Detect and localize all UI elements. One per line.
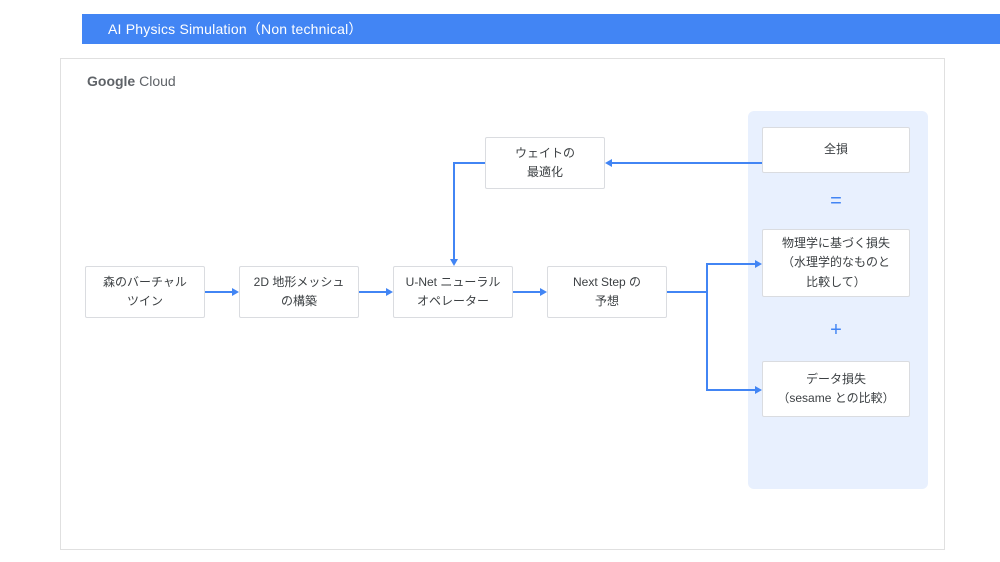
label-physics-loss: 物理学に基づく損失（水理学的なものと比較して） [782,234,890,292]
arrowhead-weight-to-unet [450,259,458,266]
label-mesh: 2D 地形メッシュの構築 [254,273,345,311]
arrow-weight-v [453,162,455,259]
arrowhead-unet-next [540,288,547,296]
diagram-canvas: Google Cloud 森のバーチャルツイン 2D 地形メッシュの構築 U-N… [60,58,945,550]
node-physics-loss: 物理学に基づく損失（水理学的なものと比較して） [762,229,910,297]
brand-part1: Google [87,73,135,89]
brand-part2: Cloud [135,73,175,89]
node-weight-opt: ウェイトの最適化 [485,137,605,189]
label-total-loss: 全損 [824,140,848,159]
label-unet: U-Net ニューラルオペレーター [406,273,501,311]
node-total-loss: 全損 [762,127,910,173]
op-plus: + [826,319,846,342]
brand-logo: Google Cloud [87,73,176,89]
arrowhead-to-data [755,386,762,394]
node-virtual-twin: 森のバーチャルツイン [85,266,205,318]
arrowhead-mesh-unet [386,288,393,296]
arrow-to-physics-h [706,263,755,265]
node-mesh: 2D 地形メッシュの構築 [239,266,359,318]
arrow-mesh-unet [359,291,386,293]
arrowhead-to-physics [755,260,762,268]
op-equals: = [826,190,846,213]
arrowhead-twin-mesh [232,288,239,296]
label-weight-opt: ウェイトの最適化 [515,144,575,182]
arrow-to-data-h [706,389,755,391]
label-virtual-twin: 森のバーチャルツイン [103,273,187,311]
arrow-next-out-h [667,291,707,293]
node-unet: U-Net ニューラルオペレーター [393,266,513,318]
arrow-weight-h [453,162,485,164]
node-data-loss: データ損失（sesame との比較） [762,361,910,417]
arrowhead-total-to-weight [605,159,612,167]
node-next-step: Next Step の予想 [547,266,667,318]
slide-title: AI Physics Simulation（Non technical） [108,21,363,37]
title-bar: AI Physics Simulation（Non technical） [82,14,1000,44]
label-data-loss: データ損失（sesame との比較） [777,370,894,408]
arrow-unet-next [513,291,540,293]
arrow-branch-v [706,263,708,390]
arrow-twin-mesh [205,291,232,293]
arrow-total-to-weight [612,162,762,164]
label-next-step: Next Step の予想 [573,273,641,311]
